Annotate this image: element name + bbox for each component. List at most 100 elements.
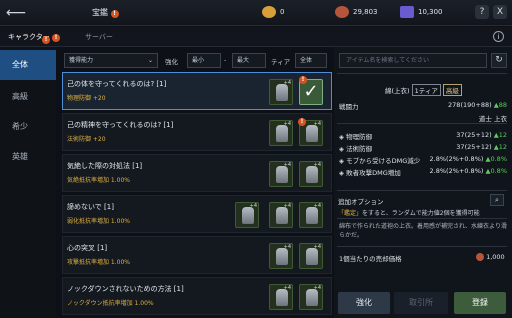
tier-dropdown[interactable]: 全体 xyxy=(295,53,327,68)
item-effect: ノックダウン抵抗率増加 1.00% xyxy=(67,300,154,307)
item-name: 己の精神を守ってくれるのは? [1] xyxy=(67,121,174,129)
flavor-text: 綿布で作られた道袍の上衣。着用感が補完され、水練衣より滑らかだ。 xyxy=(339,223,507,239)
grade-tag: 高級 xyxy=(442,84,462,96)
reinforce-button[interactable]: 強化 xyxy=(338,292,390,314)
gem-icon xyxy=(400,6,414,18)
item-effect: 物理防御 +20 xyxy=(67,95,106,102)
sub-tabs: キャラクター ! サーバー i xyxy=(0,27,512,47)
gold-currency: 0 xyxy=(262,6,284,18)
stat-row: ◈ 敗者攻撃DMG増加 2.8%(2%+0.8%) ▲0.8% xyxy=(339,167,507,177)
sidebar: 全体 高級 希少 英雄 xyxy=(0,47,56,318)
divider xyxy=(337,246,507,247)
divider xyxy=(337,73,507,74)
armor-slot[interactable]: +4 xyxy=(269,161,293,187)
robe-icon xyxy=(276,248,288,265)
armor-slot[interactable]: +4 xyxy=(269,202,293,228)
armor-slot[interactable]: +4 xyxy=(269,79,293,105)
option-title: 追加オプション xyxy=(338,198,384,206)
row-badge: ! xyxy=(298,118,306,126)
chevron-down-icon: ⌄ xyxy=(147,57,153,64)
tab-character[interactable]: キャラクター ! xyxy=(8,32,60,42)
page-title: 宝鑑 ! xyxy=(92,7,119,18)
search-input[interactable]: アイテム名を検索してください xyxy=(339,53,487,68)
range-dash: - xyxy=(224,56,227,64)
list-item[interactable]: ノックダウンされないための方法 [1] ノックダウン抵抗率増加 1.00% +4… xyxy=(62,277,332,315)
list-item[interactable]: 己の体を守ってくれるのは? [1] 物理防御 +20 +4 ✓ ! xyxy=(62,72,332,110)
item-name: 気絶した際の対処法 [1] xyxy=(67,162,143,170)
armor-slot[interactable]: +4 xyxy=(235,202,259,228)
sidebar-item-rare[interactable]: 希少 xyxy=(0,112,56,142)
tab-server[interactable]: サーバー xyxy=(85,32,113,42)
ability-dropdown[interactable]: 獲得能力 ⌄ xyxy=(64,53,158,68)
item-effect: 法術防御 +20 xyxy=(67,136,106,143)
armor-slot[interactable]: +4 xyxy=(269,284,293,310)
armor-slot[interactable]: +4 xyxy=(269,243,293,269)
item-effect: 攻撃抵抗率増加 1.00% xyxy=(67,259,130,266)
divider xyxy=(337,218,507,219)
silver-currency: 29,803 xyxy=(335,6,378,18)
sidebar-badge: ! xyxy=(42,36,50,44)
tier-label: ティア xyxy=(271,58,291,66)
armor-slot[interactable]: +4 xyxy=(269,120,293,146)
notice-badge: ! xyxy=(110,10,119,18)
robe-icon xyxy=(306,248,318,265)
item-name: ノックダウンされないための方法 [1] xyxy=(67,285,184,293)
sidebar-item-all[interactable]: 全体 xyxy=(0,50,56,80)
item-title: 綿(上衣) 1ティア 高級 xyxy=(385,84,462,96)
close-button[interactable]: X xyxy=(493,5,507,19)
item-effect: 弱化抵抗率増加 1.00% xyxy=(67,218,130,225)
back-arrow-icon[interactable]: ⟵ xyxy=(6,5,26,21)
min-dropdown[interactable]: 最小 xyxy=(187,53,221,68)
price-value: 1,000 xyxy=(476,253,505,261)
robe-icon xyxy=(276,166,288,183)
option-desc: 「鑑定」をすると、ランダムで能力値2個を獲得可能 xyxy=(338,210,480,217)
list-item[interactable]: 気絶した際の対処法 [1] 気絶抵抗率増加 1.00% +4 +4 xyxy=(62,154,332,192)
item-effect: 気絶抵抗率増加 1.00% xyxy=(67,177,130,184)
additional-option: 追加オプション 「鑑定」をすると、ランダムで能力値2個を獲得可能 xyxy=(338,196,504,217)
robe-icon xyxy=(276,207,288,224)
max-dropdown[interactable]: 最大 xyxy=(232,53,266,68)
register-button[interactable]: 登録 xyxy=(454,292,506,314)
price-label: 1個当たりの売却価格 xyxy=(339,255,402,263)
sidebar-item-hero[interactable]: 英雄 xyxy=(0,142,56,172)
armor-slot[interactable]: +4 xyxy=(299,202,323,228)
list-item[interactable]: 心の突叉 [1] 攻撃抵抗率増加 1.00% +4 +4 xyxy=(62,236,332,274)
gem-currency: 10,300 xyxy=(400,6,443,18)
silver-coin-icon xyxy=(335,6,349,18)
armor-slot[interactable]: +4! xyxy=(298,118,323,146)
robe-icon xyxy=(276,84,288,101)
row-badge: ! xyxy=(299,76,307,84)
gem-value: 10,300 xyxy=(418,8,443,16)
armor-slot[interactable]: +4 xyxy=(299,243,323,269)
list-item[interactable]: 諦めないで [1] 弱化抵抗率増加 1.00% +4 +4 +4 xyxy=(62,195,332,233)
reinforce-label: 強化 xyxy=(165,58,178,66)
refresh-icon[interactable]: ↻ xyxy=(491,53,507,68)
info-icon[interactable]: i xyxy=(493,31,504,42)
divider xyxy=(337,123,507,124)
silver-coin-icon xyxy=(476,253,484,261)
gold-coin-icon xyxy=(262,6,276,18)
power-stat: 戦闘力 278(190+88) ▲88 xyxy=(339,101,507,111)
divider xyxy=(337,190,507,191)
robe-icon xyxy=(276,289,288,306)
gold-value: 0 xyxy=(280,8,285,16)
exchange-button[interactable]: 取引所 xyxy=(394,292,448,314)
magnifier-icon[interactable]: ⌕ xyxy=(490,194,504,206)
armor-slot[interactable]: +4 xyxy=(299,284,323,310)
silver-value: 29,803 xyxy=(353,8,378,16)
robe-icon xyxy=(306,289,318,306)
stat-row: ◈ 物理防御 37(25+12) ▲12 xyxy=(339,131,507,141)
top-bar: ⟵ 宝鑑 ! 0 29,803 10,300 ? X xyxy=(0,0,512,26)
item-name: 己の体を守ってくれるのは? [1] xyxy=(67,80,167,88)
list-item[interactable]: 己の精神を守ってくれるのは? [1] 法術防御 +20 +4 +4! xyxy=(62,113,332,151)
armor-slot[interactable]: +4 xyxy=(299,161,323,187)
sidebar-item-high[interactable]: 高級 xyxy=(0,82,56,112)
help-button[interactable]: ? xyxy=(475,5,489,19)
robe-icon xyxy=(306,125,318,142)
robe-icon xyxy=(306,166,318,183)
item-list: 己の体を守ってくれるのは? [1] 物理防御 +20 +4 ✓ ! 己の精神を守… xyxy=(62,72,332,318)
item-name: 心の突叉 [1] xyxy=(67,244,108,252)
stat-row: ◈ 法術防御 37(25+12) ▲12 xyxy=(339,143,507,153)
robe-icon xyxy=(306,207,318,224)
robe-icon xyxy=(242,207,254,224)
